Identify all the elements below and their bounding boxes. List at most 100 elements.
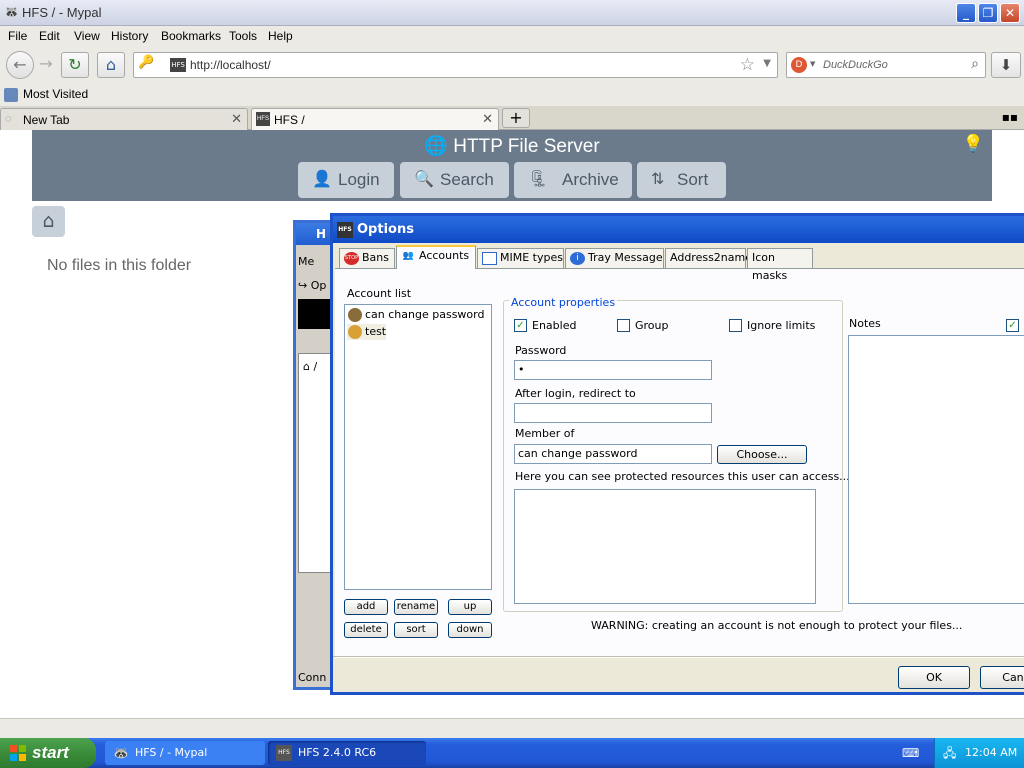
url-text[interactable]: http://localhost/ xyxy=(190,58,271,72)
account-item-can-change-password[interactable]: can change password xyxy=(347,307,484,323)
member-of-label: Member of xyxy=(515,427,575,440)
menu-file[interactable]: File xyxy=(8,29,27,43)
enabled-label: Enabled xyxy=(532,319,577,332)
tab-new-tab[interactable]: ◌ New Tab ✕ xyxy=(0,108,248,130)
minimize-button[interactable]: _ xyxy=(956,3,976,23)
hfs-open-row[interactable]: ↪ Op xyxy=(298,279,326,292)
rename-account-button[interactable]: rename xyxy=(394,599,438,615)
menu-history[interactable]: History xyxy=(111,29,148,43)
search-engine-dropdown-icon[interactable]: ▼ xyxy=(810,60,815,68)
account-list[interactable]: can change password test xyxy=(344,304,492,590)
tab-icon-masks[interactable]: Icon masks xyxy=(747,248,813,282)
hfs-root-node[interactable]: ⌂ / xyxy=(303,360,317,373)
clock[interactable]: 12:04 AM xyxy=(965,738,1017,768)
tab-mime-types[interactable]: MIME types xyxy=(477,248,564,268)
menu-bar: File Edit View History Bookmarks Tools H… xyxy=(0,26,1024,46)
move-up-button[interactable]: up xyxy=(448,599,492,615)
menu-view[interactable]: View xyxy=(74,29,100,43)
restore-button[interactable]: ❐ xyxy=(978,3,998,23)
windows-flag-icon xyxy=(10,745,26,761)
downloads-button[interactable]: ⬇ xyxy=(991,52,1021,78)
choose-button[interactable]: Choose... xyxy=(717,445,807,464)
notes-label: Notes xyxy=(849,317,881,330)
start-button[interactable]: start xyxy=(0,738,96,768)
checkmark-icon: ✓ xyxy=(1006,319,1019,332)
tab-hfs[interactable]: HFS HFS / ✕ xyxy=(251,108,499,130)
tab-label: HFS / xyxy=(274,113,305,127)
login-button[interactable]: 👤 Login xyxy=(298,162,394,198)
tab-close-icon[interactable]: ✕ xyxy=(482,111,493,127)
sort-accounts-button[interactable]: sort xyxy=(394,622,438,638)
login-label: Login xyxy=(338,170,380,189)
account-properties-legend: Account properties xyxy=(509,296,618,309)
ok-button[interactable]: OK xyxy=(898,666,970,689)
reload-icon: ↻ xyxy=(68,55,82,74)
bookmark-most-visited[interactable]: Most Visited xyxy=(4,87,88,102)
taskbar-item-label: HFS 2.4.0 RC6 xyxy=(298,746,377,759)
taskbar-item-hfs[interactable]: HFS HFS 2.4.0 RC6 xyxy=(268,741,426,765)
group-checkbox[interactable]: Group xyxy=(617,319,669,333)
add-account-button[interactable]: add xyxy=(344,599,388,615)
identity-key-icon[interactable]: 🔑 xyxy=(138,55,158,75)
move-down-button[interactable]: down xyxy=(448,622,492,638)
hfs-menu-row[interactable]: Me xyxy=(298,255,314,268)
search-box[interactable]: D ▼ DuckDuckGo ⌕ xyxy=(786,52,986,78)
tab-bans[interactable]: STOP Bans xyxy=(339,248,395,268)
lightbulb-icon[interactable]: 💡 xyxy=(963,134,984,154)
tab-accounts-label: Accounts xyxy=(419,249,470,262)
system-tray: 🖧 12:04 AM xyxy=(934,738,1024,768)
archive-button[interactable]: 🗜 Archive xyxy=(514,162,632,198)
home-folder-button[interactable]: ⌂ xyxy=(32,206,65,237)
globe-icon: ◌ xyxy=(5,113,12,125)
forward-button[interactable]: → xyxy=(36,52,56,78)
url-dropdown-icon[interactable]: ▼ xyxy=(763,58,771,69)
notes-checkbox[interactable]: ✓V xyxy=(1006,319,1024,333)
ignore-limits-checkbox[interactable]: Ignore limits xyxy=(729,319,815,333)
back-button[interactable]: ← xyxy=(6,51,34,79)
search-button[interactable]: 🔍 Search xyxy=(400,162,509,198)
navigation-toolbar: ← → ↻ ⌂ 🔑 HFS http://localhost/ ☆ ▼ D ▼ … xyxy=(0,46,1024,84)
tab-address2name-label: Address2name xyxy=(670,251,753,264)
redirect-field[interactable] xyxy=(514,403,712,423)
network-icon[interactable]: 🖧 xyxy=(943,745,959,761)
duckduckgo-icon[interactable]: D xyxy=(791,57,807,73)
password-label: Password xyxy=(515,344,567,357)
all-tabs-icon[interactable]: ▪▪ xyxy=(1002,110,1018,124)
protected-resources-label: Here you can see protected resources thi… xyxy=(515,470,850,483)
tab-tray-message[interactable]: i Tray Message xyxy=(565,248,664,268)
close-button[interactable]: ✕ xyxy=(1000,3,1020,23)
home-button[interactable]: ⌂ xyxy=(97,52,125,78)
search-icon[interactable]: ⌕ xyxy=(971,56,979,72)
protected-resources-list[interactable] xyxy=(514,489,816,604)
url-bar[interactable]: 🔑 HFS http://localhost/ ☆ ▼ xyxy=(133,52,778,78)
member-of-field[interactable]: can change password xyxy=(514,444,712,464)
cancel-button[interactable]: Canc xyxy=(980,666,1024,689)
bookmark-star-icon[interactable]: ☆ xyxy=(740,55,755,75)
tab-accounts[interactable]: 👥 Accounts xyxy=(396,245,476,269)
options-titlebar[interactable]: HFS Options xyxy=(333,216,1024,243)
password-field[interactable]: • xyxy=(514,360,712,380)
hfs-open-label: Op xyxy=(310,279,327,292)
group-icon xyxy=(348,308,362,322)
hfs-icon: HFS xyxy=(337,222,353,238)
enabled-checkbox[interactable]: ✓ Enabled xyxy=(514,319,576,333)
menu-tools[interactable]: Tools xyxy=(229,29,257,43)
tab-address2name[interactable]: Address2name xyxy=(665,248,752,268)
forward-arrow-icon: → xyxy=(39,54,53,73)
page-title: 🌐 HTTP File Server xyxy=(32,134,992,158)
menu-bookmarks[interactable]: Bookmarks xyxy=(161,29,221,43)
keyboard-icon[interactable]: ⌨ xyxy=(902,746,919,760)
hfs-header: 🌐 HTTP File Server 💡 👤 Login 🔍 Search 🗜 Arc… xyxy=(32,130,992,201)
tab-close-icon[interactable]: ✕ xyxy=(231,111,242,127)
menu-help[interactable]: Help xyxy=(268,29,293,43)
menu-edit[interactable]: Edit xyxy=(39,29,60,43)
delete-account-button[interactable]: delete xyxy=(344,622,388,638)
new-tab-button[interactable]: + xyxy=(502,108,530,128)
notes-textarea[interactable] xyxy=(848,335,1024,604)
sort-button[interactable]: ⇅ Sort xyxy=(637,162,726,198)
home-icon: ⌂ xyxy=(105,55,117,74)
mypal-app-icon: 🦝 xyxy=(113,746,129,760)
reload-button[interactable]: ↻ xyxy=(61,52,89,78)
taskbar-item-mypal[interactable]: 🦝 HFS / - Mypal xyxy=(105,741,265,765)
account-item-test[interactable]: test xyxy=(347,324,387,340)
